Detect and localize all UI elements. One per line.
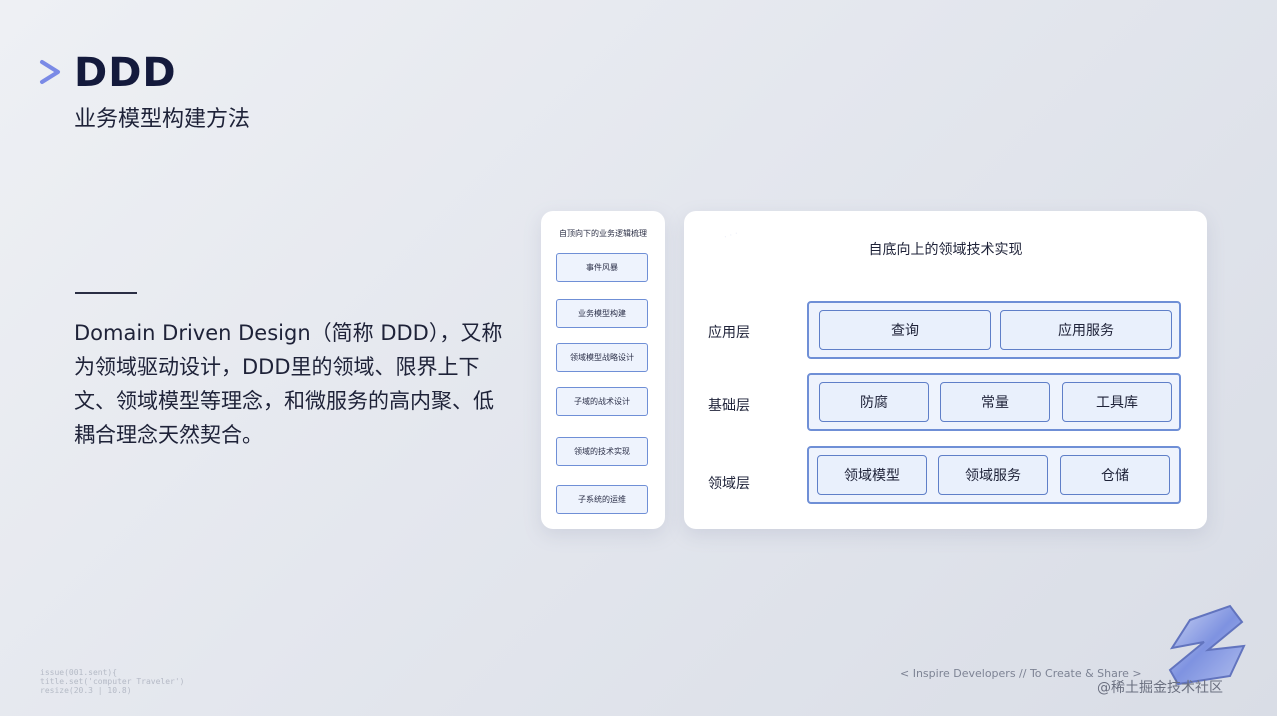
layer-label-domain: 领域层 <box>708 476 750 492</box>
page-title: DDD <box>74 50 177 96</box>
step-item[interactable]: 事件风暴 <box>556 253 648 282</box>
page-subtitle: 业务模型构建方法 <box>74 107 251 132</box>
domain-layer: 领域模型 领域服务 仓储 <box>807 446 1181 504</box>
chevron-right-icon <box>40 60 60 84</box>
description-text: Domain Driven Design（简称 DDD），又称为领域驱动设计，D… <box>74 321 503 447</box>
step-item[interactable]: 领域模型战略设计 <box>556 343 648 372</box>
credit-text: @稀土掘金技术社区 <box>1097 680 1223 696</box>
code-line: title.set('computer Traveler') <box>40 677 185 686</box>
layer-item[interactable]: 查询 <box>819 310 991 350</box>
step-item[interactable]: 子系统的运维 <box>556 485 648 514</box>
step-item[interactable]: 业务模型构建 <box>556 299 648 328</box>
top-down-panel-title: 自顶向下的业务逻辑梳理 <box>559 229 647 238</box>
code-line: issue(001.sent){ <box>40 668 118 677</box>
layer-item[interactable]: 领域模型 <box>817 455 927 495</box>
layer-item[interactable]: 防腐 <box>819 382 929 422</box>
step-item[interactable]: 领域的技术实现 <box>556 437 648 466</box>
infrastructure-layer: 防腐 常量 工具库 <box>807 373 1181 431</box>
code-snippet: issue(001.sent){ title.set('computer Tra… <box>40 668 185 695</box>
top-down-panel: 自顶向下的业务逻辑梳理 事件风暴 业务模型构建 领域模型战略设计 子域的战术设计… <box>541 211 665 529</box>
divider <box>75 292 137 294</box>
layer-item[interactable]: 常量 <box>940 382 1050 422</box>
layer-item[interactable]: 工具库 <box>1062 382 1172 422</box>
layer-label-infrastructure: 基础层 <box>708 398 750 414</box>
layer-item[interactable]: 仓储 <box>1060 455 1170 495</box>
layer-item[interactable]: 领域服务 <box>938 455 1048 495</box>
bottom-up-panel-title: 自底向上的领域技术实现 <box>868 242 1023 258</box>
layer-item[interactable]: 应用服务 <box>1000 310 1172 350</box>
step-item[interactable]: 子域的战术设计 <box>556 387 648 416</box>
layer-label-application: 应用层 <box>708 325 750 341</box>
bottom-up-panel: · · · 自底向上的领域技术实现 应用层 查询 应用服务 基础层 防腐 常量 … <box>684 211 1207 529</box>
application-layer: 查询 应用服务 <box>807 301 1181 359</box>
code-line: resize(20.3 | 10.8) <box>40 686 132 695</box>
